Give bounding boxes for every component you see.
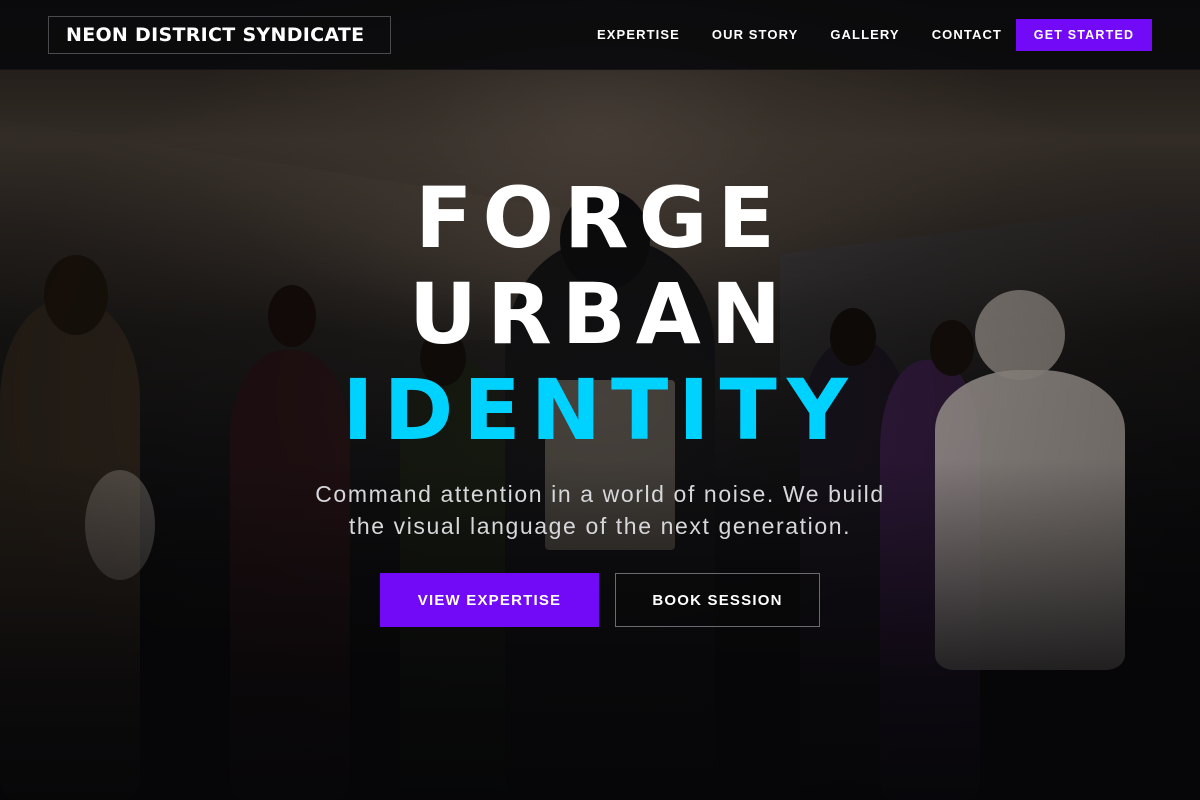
landing-page: NEON DISTRICT SYNDICATE EXPERTISE OUR ST… [0,0,1200,800]
hero-subtext-line1: Command attention in a world of noise. W… [315,481,885,507]
headline-line-forge: FORGE [415,169,785,267]
nav-link-contact[interactable]: CONTACT [932,27,1002,42]
get-started-button[interactable]: GET STARTED [1016,19,1152,51]
nav-link-gallery[interactable]: GALLERY [830,27,899,42]
headline-line-urban: URBAN [408,265,792,363]
hero-subtext: Command attention in a world of noise. W… [250,478,950,542]
top-navigation-bar: NEON DISTRICT SYNDICATE EXPERTISE OUR ST… [0,0,1200,70]
nav-link-our-story[interactable]: OUR STORY [712,27,798,42]
book-session-button[interactable]: BOOK SESSION [615,573,820,627]
nav-links: EXPERTISE OUR STORY GALLERY CONTACT [597,27,1034,42]
view-expertise-button[interactable]: VIEW EXPERTISE [380,573,599,627]
headline-line-identity: IDENTITY [342,361,858,459]
hero-subtext-line2: the visual language of the next generati… [348,513,852,539]
brand-logo[interactable]: NEON DISTRICT SYNDICATE [48,16,391,54]
nav-link-expertise[interactable]: EXPERTISE [597,27,680,42]
hero-headline: FORGE URBAN IDENTITY [0,170,1200,458]
